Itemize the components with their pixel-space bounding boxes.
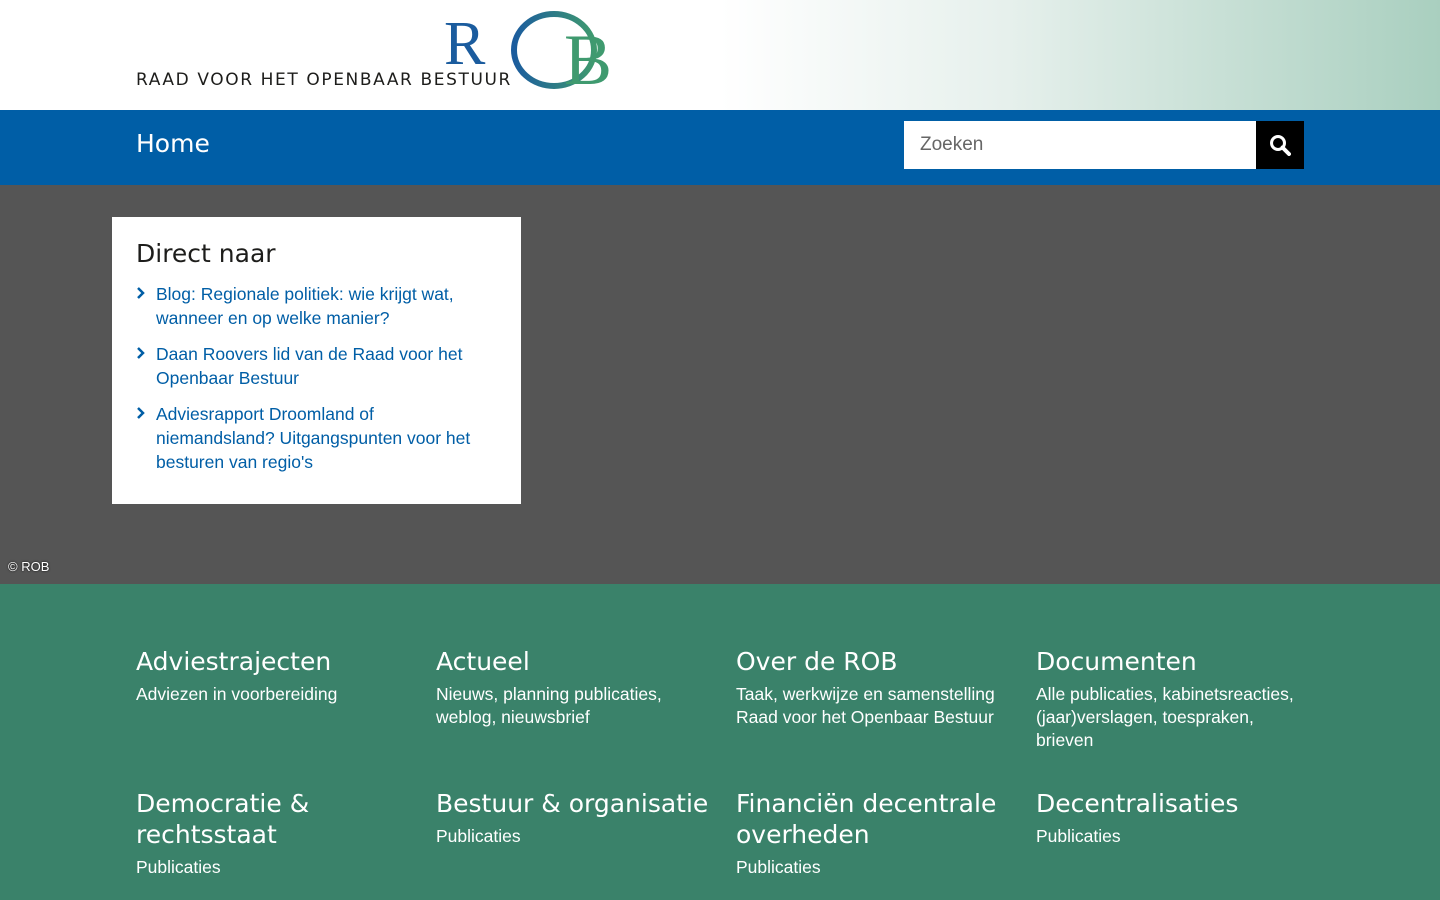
site-header: R B RAAD VOOR HET OPENBAAR BESTUUR bbox=[0, 0, 1440, 110]
list-item: Daan Roovers lid van de Raad voor het Op… bbox=[136, 342, 497, 390]
chevron-right-icon bbox=[137, 407, 145, 419]
topic-subtitle[interactable]: Publicaties bbox=[736, 856, 1016, 879]
direct-link[interactable]: Blog: Regionale politiek: wie krijgt wat… bbox=[156, 284, 454, 328]
topic-subtitle[interactable]: Taak, werkwijze en samenstelling Raad vo… bbox=[736, 683, 1016, 729]
search-icon bbox=[1270, 135, 1291, 156]
topic-subtitle[interactable]: Publicaties bbox=[1036, 825, 1316, 848]
topic-subtitle[interactable]: Alle publicaties, kabinetsreacties, (jaa… bbox=[1036, 683, 1316, 752]
topic-title[interactable]: Actueel bbox=[436, 646, 716, 677]
logo-tagline: RAAD VOOR HET OPENBAAR BESTUUR bbox=[136, 70, 512, 90]
topic-subtitle[interactable]: Publicaties bbox=[436, 825, 716, 848]
svg-text:B: B bbox=[564, 20, 612, 94]
topic-actueel: Actueel Nieuws, planning publicaties, we… bbox=[436, 646, 716, 729]
chevron-right-icon bbox=[137, 347, 145, 359]
chevron-right-icon bbox=[137, 287, 145, 299]
topics-grid: Adviestrajecten Adviezen in voorbereidin… bbox=[0, 584, 1440, 900]
topic-title[interactable]: Financiën decentrale overheden bbox=[736, 788, 1016, 850]
search-input[interactable] bbox=[904, 121, 1256, 169]
topic-adviestrajecten: Adviestrajecten Adviezen in voorbereidin… bbox=[136, 646, 416, 706]
image-copyright: © ROB bbox=[8, 559, 50, 574]
direct-link[interactable]: Adviesrapport Droomland of niemandsland?… bbox=[156, 404, 470, 472]
topic-financien-decentrale-overheden: Financiën decentrale overheden Publicati… bbox=[736, 788, 1016, 879]
main-navbar: Home bbox=[0, 110, 1440, 185]
topic-documenten: Documenten Alle publicaties, kabinetsrea… bbox=[1036, 646, 1316, 752]
hero-section: Direct naar Blog: Regionale politiek: wi… bbox=[0, 185, 1440, 584]
topic-subtitle[interactable]: Nieuws, planning publicaties, weblog, ni… bbox=[436, 683, 716, 729]
direct-naar-title: Direct naar bbox=[136, 239, 276, 268]
topic-decentralisaties: Decentralisaties Publicaties bbox=[1036, 788, 1316, 848]
topic-title[interactable]: Adviestrajecten bbox=[136, 646, 416, 677]
topic-title[interactable]: Bestuur & organisatie bbox=[436, 788, 716, 819]
topic-title[interactable]: Democratie & rechtsstaat bbox=[136, 788, 416, 850]
svg-text:R: R bbox=[444, 10, 486, 78]
nav-home-link[interactable]: Home bbox=[136, 129, 210, 158]
search-button[interactable] bbox=[1256, 121, 1304, 169]
topic-title[interactable]: Over de ROB bbox=[736, 646, 1016, 677]
list-item: Adviesrapport Droomland of niemandsland?… bbox=[136, 402, 497, 474]
list-item: Blog: Regionale politiek: wie krijgt wat… bbox=[136, 282, 497, 330]
direct-naar-list: Blog: Regionale politiek: wie krijgt wat… bbox=[136, 282, 497, 474]
topic-title[interactable]: Decentralisaties bbox=[1036, 788, 1316, 819]
topic-subtitle[interactable]: Adviezen in voorbereiding bbox=[136, 683, 416, 706]
site-logo[interactable]: R B RAAD VOOR HET OPENBAAR BESTUUR bbox=[136, 10, 626, 100]
direct-naar-panel: Direct naar Blog: Regionale politiek: wi… bbox=[112, 217, 521, 504]
topic-bestuur-organisatie: Bestuur & organisatie Publicaties bbox=[436, 788, 716, 848]
direct-link[interactable]: Daan Roovers lid van de Raad voor het Op… bbox=[156, 344, 462, 388]
topic-subtitle[interactable]: Publicaties bbox=[136, 856, 416, 879]
search-form bbox=[904, 121, 1304, 169]
topic-title[interactable]: Documenten bbox=[1036, 646, 1316, 677]
topic-democratie-rechtsstaat: Democratie & rechtsstaat Publicaties bbox=[136, 788, 416, 879]
topic-over-de-rob: Over de ROB Taak, werkwijze en samenstel… bbox=[736, 646, 1016, 729]
